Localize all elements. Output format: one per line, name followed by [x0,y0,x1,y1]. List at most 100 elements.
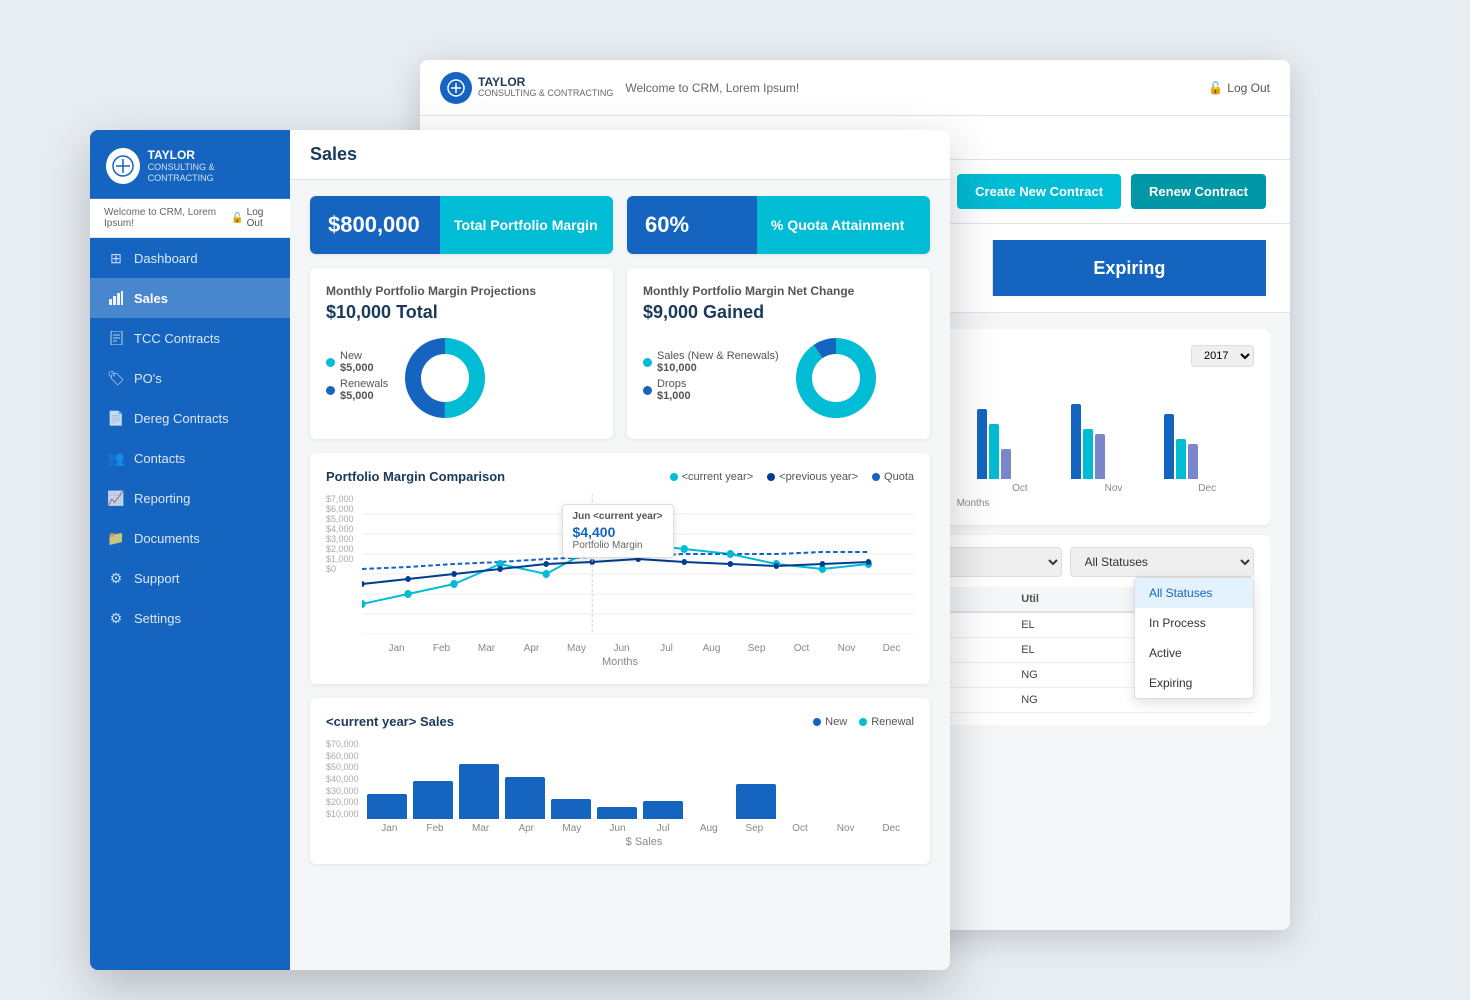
kpi-portfolio-margin: $800,000 Total Portfolio Margin [310,196,613,254]
sales-bar-jun-new [597,807,637,819]
sales-bar-oct-group [782,818,822,819]
lbl-feb: Feb [419,643,464,654]
main-content: Sales $800,000 Total Portfolio Margin 60… [290,130,950,970]
bar-ea-oct [977,409,987,479]
expiring-stat: Expiring [993,240,1266,296]
donut-charts-row: Monthly Portfolio Margin Projections $10… [310,268,930,439]
back-topbar: TAYLOR CONSULTING & CONTRACTING Welcome … [420,60,1290,116]
renewal-sales-dot [859,718,867,726]
legend-quota: Quota [872,471,914,483]
sales-bars-container: Jan Feb Mar Apr May Jun Jul Aug Sep Oct … [367,739,914,834]
dashboard-icon: ⊞ [108,250,124,266]
line-chart-svg [362,494,914,634]
sidebar-item-support[interactable]: ⚙ Support [90,558,290,598]
dropdown-in-process[interactable]: In Process [1135,608,1253,638]
documents-icon: 📁 [108,530,124,546]
sales-lbl-apr: Apr [503,823,549,834]
sidebar-item-tcc-contracts[interactable]: TCC Contracts [90,318,290,358]
status-dropdown: All Statuses In Process Active Expiring [1134,577,1254,699]
line-chart-header: Portfolio Margin Comparison <current yea… [326,469,914,484]
line-chart-title: Portfolio Margin Comparison [326,469,505,484]
support-icon: ⚙ [108,570,124,586]
sidebar-item-reporting[interactable]: 📈 Reporting [90,478,290,518]
sidebar-logo-text: TAYLOR CONSULTING & CONTRACTING [148,148,274,184]
kpi-quota-value: 60% [627,196,757,254]
previous-year-dot [767,473,775,481]
dropdown-all-statuses[interactable]: All Statuses [1135,578,1253,608]
new-sales-dot [813,718,821,726]
bar-group-dec [1164,414,1250,479]
lbl-jan: Jan [374,643,419,654]
bar-ds-oct [1001,449,1011,479]
back-welcome: Welcome to CRM, Lorem Ipsum! [625,81,799,95]
legend-sales-new-renewals: Sales (New & Renewals)$10,000 [643,350,779,374]
sidebar-item-dereg-contracts[interactable]: 📄 Dereg Contracts [90,398,290,438]
lbl-jul: Jul [644,643,689,654]
drops-dot [643,386,652,395]
sales-bar-aug-group [689,818,729,819]
kpi-portfolio-value: $800,000 [310,196,440,254]
sales-bar-feb-new [413,781,453,819]
sidebar-item-documents[interactable]: 📁 Documents [90,518,290,558]
line-chart-legend: <current year> <previous year> Quota [670,471,914,483]
tcc-contracts-icon [108,330,124,346]
sales-bar-jan-new [367,794,407,819]
monthly-net-change-card: Monthly Portfolio Margin Net Change $9,0… [627,268,930,439]
reporting-icon: 📈 [108,490,124,506]
sidebar-item-pos[interactable]: 🏷 PO's [90,358,290,398]
lbl-may: May [554,643,599,654]
renew-contract-button[interactable]: Renew Contract [1131,174,1266,209]
net-change-total: $9,000 Gained [643,302,914,323]
sales-bar-sep-new [736,784,776,819]
sales-lbl-jan: Jan [367,823,413,834]
bar-um-oct [989,424,999,479]
bar-um-dec [1176,439,1186,479]
kpi-row: $800,000 Total Portfolio Margin 60% % Qu… [310,196,930,254]
sales-x-axis-label: $ Sales [326,836,914,848]
sales-bar-nov-group [828,818,868,819]
legend-previous-year: <previous year> [767,471,858,483]
net-change-content: Sales (New & Renewals)$10,000 Drops$1,00… [643,333,914,423]
lbl-jun: Jun [599,643,644,654]
back-logo: TAYLOR CONSULTING & CONTRACTING [440,72,613,104]
sidebar-item-contacts[interactable]: 👥 Contacts [90,438,290,478]
month-oct: Oct [977,483,1063,494]
sales-bar-chart-card: <current year> Sales New Renewal [310,698,930,864]
sales-lbl-nov: Nov [823,823,869,834]
all-statuses-select[interactable]: All Statuses In Process Active Expiring [1070,547,1255,577]
dropdown-expiring[interactable]: Expiring [1135,668,1253,698]
projections-total: $10,000 Total [326,302,597,323]
front-logout-button[interactable]: 🔓 Log Out [231,207,276,229]
create-new-contract-button[interactable]: Create New Contract [957,174,1121,209]
projections-title: Monthly Portfolio Margin Projections [326,284,597,298]
year-select[interactable]: 2017 2016 [1191,345,1254,367]
line-chart-x-axis-label: Months [326,656,914,668]
back-topbar-left: TAYLOR CONSULTING & CONTRACTING Welcome … [440,72,799,104]
settings-icon: ⚙ [108,610,124,626]
sales-bar-apr-new [505,777,545,819]
sidebar-nav: ⊞ Dashboard Sales [90,238,290,638]
pos-icon: 🏷 [108,370,124,386]
quota-dot [872,473,880,481]
front-welcome-text: Welcome to CRM, Lorem Ipsum! [104,207,231,229]
dropdown-active[interactable]: Active [1135,638,1253,668]
lbl-nov: Nov [824,643,869,654]
kpi-quota-label: % Quota Attainment [757,196,930,254]
legend-renewals: Renewals$5,000 [326,378,388,402]
projections-content: New$5,000 Renewals$5,000 [326,333,597,423]
lbl-aug: Aug [689,643,734,654]
month-dec: Dec [1164,483,1250,494]
current-year-dot [670,473,678,481]
sidebar-item-dashboard[interactable]: ⊞ Dashboard [90,238,290,278]
sidebar-item-sales[interactable]: Sales [90,278,290,318]
bar-ds-dec [1188,444,1198,479]
sidebar-item-settings[interactable]: ⚙ Settings [90,598,290,638]
line-chart-x-labels: Jan Feb Mar Apr May Jun Jul Aug Sep Oct … [326,643,914,654]
back-logout-button[interactable]: 🔓 Log Out [1208,81,1270,95]
net-change-donut [791,333,881,423]
renewals-dot [326,386,335,395]
main-scroll: $800,000 Total Portfolio Margin 60% % Qu… [290,180,950,970]
legend-new: New$5,000 [326,350,388,374]
projections-legend: New$5,000 Renewals$5,000 [326,350,388,406]
back-logo-icon [440,72,472,104]
